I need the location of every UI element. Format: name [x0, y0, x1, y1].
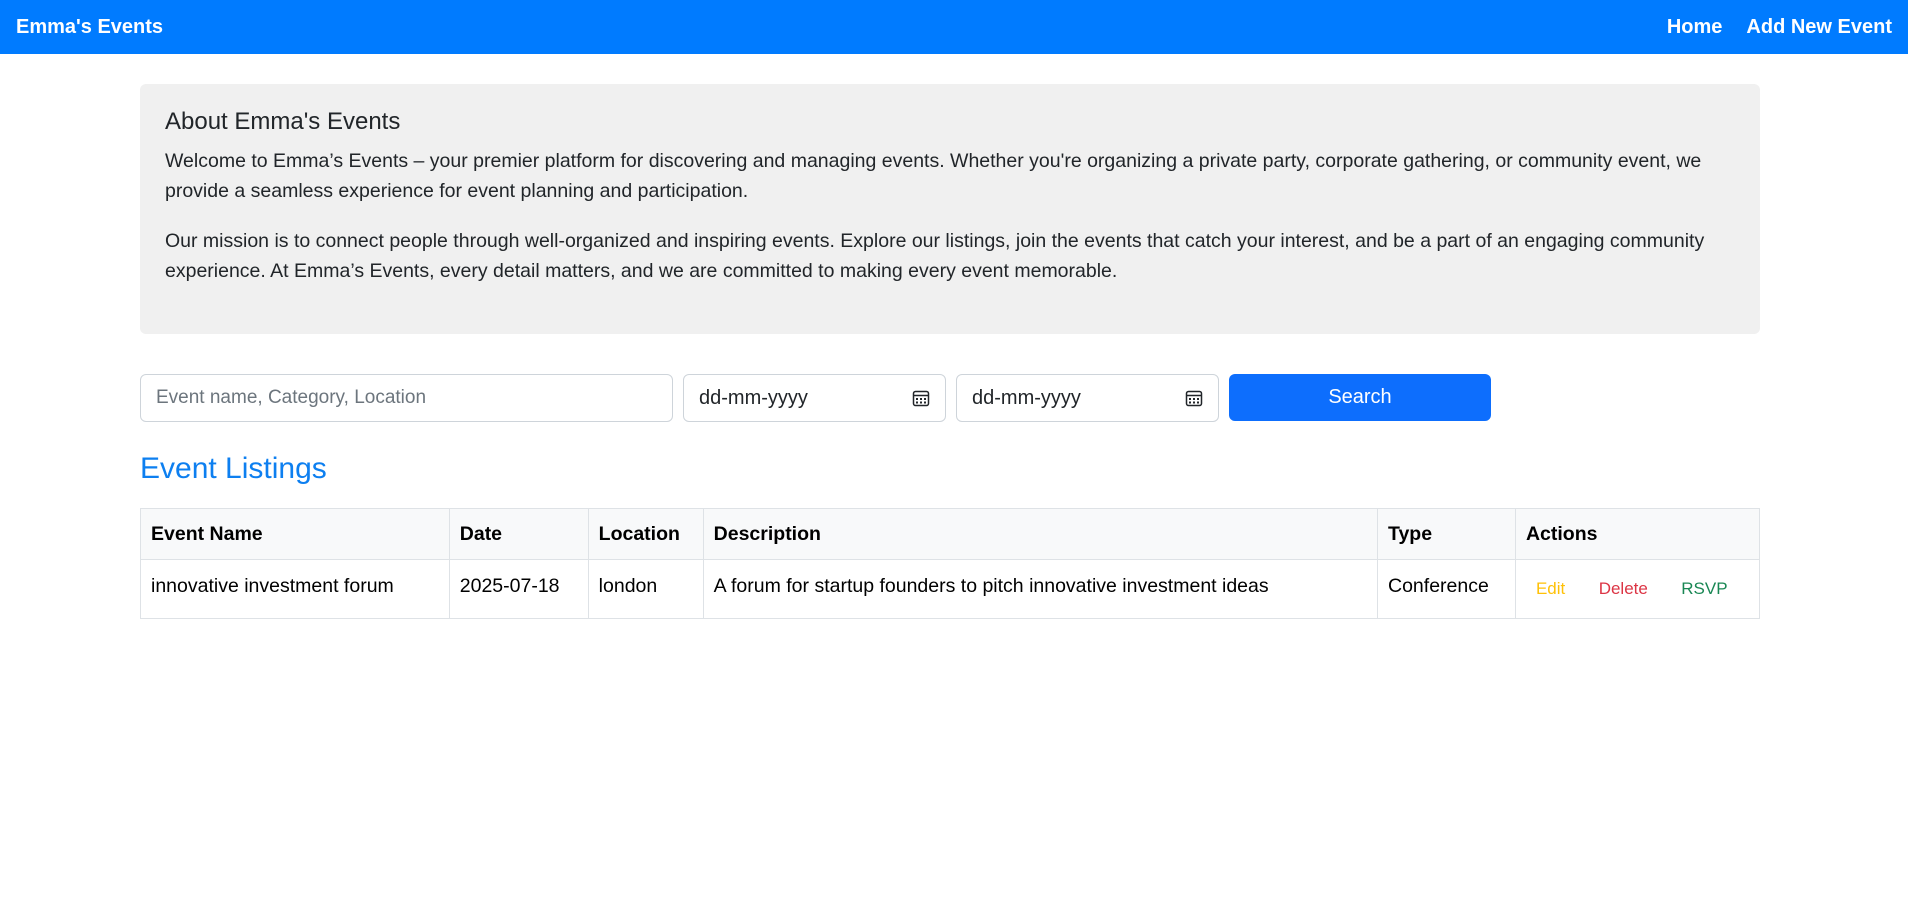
calendar-icon[interactable] — [912, 389, 930, 407]
cell-location: london — [587, 559, 704, 619]
cell-actions: Edit Delete RSVP — [1514, 559, 1761, 619]
table-row: innovative investment forum 2025-07-18 l… — [140, 559, 1761, 619]
events-table: Event Name Date Location Description Typ… — [140, 508, 1761, 619]
about-paragraph-2: Our mission is to connect people through… — [165, 230, 1705, 282]
start-date-value: dd-mm-yyyy — [699, 386, 808, 409]
cell-description: A forum for startup founders to pitch in… — [702, 559, 1379, 619]
edit-button[interactable]: Edit — [1526, 575, 1575, 603]
event-listings-title: Event Listings — [140, 452, 327, 485]
cell-event-name: innovative investment forum — [140, 559, 450, 619]
column-header-location: Location — [587, 508, 704, 560]
cell-type: Conference — [1377, 559, 1516, 619]
search-button[interactable]: Search — [1229, 374, 1491, 421]
table-header-row: Event Name Date Location Description Typ… — [140, 508, 1761, 560]
calendar-icon[interactable] — [1185, 389, 1203, 407]
rsvp-button[interactable]: RSVP — [1671, 575, 1737, 603]
cell-date: 2025-07-18 — [448, 559, 589, 619]
about-section: About Emma's Events Welcome to Emma’s Ev… — [140, 84, 1760, 334]
end-date-value: dd-mm-yyyy — [972, 386, 1081, 409]
top-navbar: Emma's Events Home Add New Event — [0, 0, 1908, 54]
column-header-event-name: Event Name — [140, 508, 450, 560]
nav-links: Home Add New Event — [1667, 16, 1892, 39]
brand-link[interactable]: Emma's Events — [16, 16, 163, 39]
column-header-description: Description — [702, 508, 1379, 560]
column-header-type: Type — [1377, 508, 1516, 560]
nav-add-new-event-link[interactable]: Add New Event — [1746, 16, 1892, 39]
end-date-field[interactable]: dd-mm-yyyy — [956, 374, 1219, 422]
about-title: About Emma's Events — [165, 108, 401, 135]
column-header-actions: Actions — [1514, 508, 1761, 560]
search-bar: dd-mm-yyyy dd-mm-yyyy — [140, 374, 1760, 422]
search-input[interactable] — [140, 374, 673, 422]
about-paragraph-1: Welcome to Emma’s Events – your premier … — [165, 150, 1702, 202]
start-date-field[interactable]: dd-mm-yyyy — [683, 374, 946, 422]
column-header-date: Date — [448, 508, 589, 560]
nav-home-link[interactable]: Home — [1667, 16, 1723, 39]
delete-button[interactable]: Delete — [1589, 575, 1658, 603]
